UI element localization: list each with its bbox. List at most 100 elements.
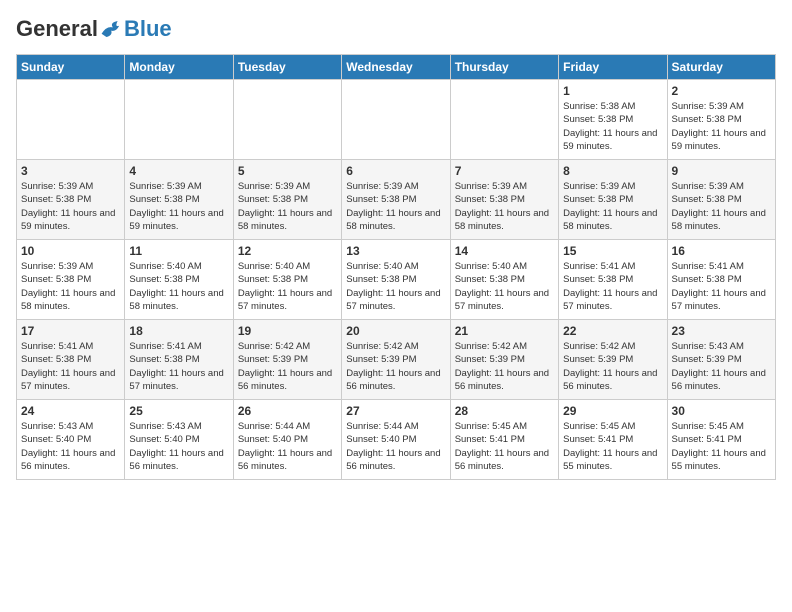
day-number: 14: [455, 244, 554, 258]
calendar-cell: 2 Sunrise: 5:39 AM Sunset: 5:38 PM Daylig…: [667, 80, 775, 160]
weekday-header: Wednesday: [342, 55, 450, 80]
calendar-cell: [125, 80, 233, 160]
day-info: Sunrise: 5:39 AM Sunset: 5:38 PM Dayligh…: [129, 180, 228, 233]
calendar-cell: 22 Sunrise: 5:42 AM Sunset: 5:39 PM Dayli…: [559, 320, 667, 400]
day-info: Sunrise: 5:39 AM Sunset: 5:38 PM Dayligh…: [672, 180, 771, 233]
day-info: Sunrise: 5:43 AM Sunset: 5:39 PM Dayligh…: [672, 340, 771, 393]
day-info: Sunrise: 5:43 AM Sunset: 5:40 PM Dayligh…: [129, 420, 228, 473]
day-number: 25: [129, 404, 228, 418]
day-number: 1: [563, 84, 662, 98]
day-number: 5: [238, 164, 337, 178]
day-number: 17: [21, 324, 120, 338]
day-number: 10: [21, 244, 120, 258]
day-info: Sunrise: 5:45 AM Sunset: 5:41 PM Dayligh…: [563, 420, 662, 473]
day-info: Sunrise: 5:42 AM Sunset: 5:39 PM Dayligh…: [346, 340, 445, 393]
calendar-cell: 1Sunrise: 5:38 AM Sunset: 5:38 PM Daylig…: [559, 80, 667, 160]
day-number: 12: [238, 244, 337, 258]
day-number: 9: [672, 164, 771, 178]
calendar-cell: 9 Sunrise: 5:39 AM Sunset: 5:38 PM Daylig…: [667, 160, 775, 240]
calendar-cell: 8 Sunrise: 5:39 AM Sunset: 5:38 PM Daylig…: [559, 160, 667, 240]
day-info: Sunrise: 5:43 AM Sunset: 5:40 PM Dayligh…: [21, 420, 120, 473]
calendar-cell: 12 Sunrise: 5:40 AM Sunset: 5:38 PM Dayli…: [233, 240, 341, 320]
logo: General Blue: [16, 16, 172, 42]
calendar-cell: [17, 80, 125, 160]
day-number: 2: [672, 84, 771, 98]
weekday-header: Monday: [125, 55, 233, 80]
calendar-cell: 14 Sunrise: 5:40 AM Sunset: 5:38 PM Dayli…: [450, 240, 558, 320]
calendar-cell: 4 Sunrise: 5:39 AM Sunset: 5:38 PM Daylig…: [125, 160, 233, 240]
calendar-cell: 20 Sunrise: 5:42 AM Sunset: 5:39 PM Dayli…: [342, 320, 450, 400]
calendar-cell: 29 Sunrise: 5:45 AM Sunset: 5:41 PM Dayli…: [559, 400, 667, 480]
weekday-header: Saturday: [667, 55, 775, 80]
calendar-cell: 11 Sunrise: 5:40 AM Sunset: 5:38 PM Dayli…: [125, 240, 233, 320]
calendar-cell: 23 Sunrise: 5:43 AM Sunset: 5:39 PM Dayli…: [667, 320, 775, 400]
day-number: 7: [455, 164, 554, 178]
day-info: Sunrise: 5:39 AM Sunset: 5:38 PM Dayligh…: [455, 180, 554, 233]
day-number: 19: [238, 324, 337, 338]
logo-blue-text: Blue: [124, 16, 172, 42]
day-number: 11: [129, 244, 228, 258]
day-number: 6: [346, 164, 445, 178]
day-number: 8: [563, 164, 662, 178]
calendar-cell: 6Sunrise: 5:39 AM Sunset: 5:38 PM Daylig…: [342, 160, 450, 240]
day-info: Sunrise: 5:40 AM Sunset: 5:38 PM Dayligh…: [129, 260, 228, 313]
day-number: 29: [563, 404, 662, 418]
day-info: Sunrise: 5:40 AM Sunset: 5:38 PM Dayligh…: [455, 260, 554, 313]
day-info: Sunrise: 5:40 AM Sunset: 5:38 PM Dayligh…: [238, 260, 337, 313]
day-info: Sunrise: 5:39 AM Sunset: 5:38 PM Dayligh…: [21, 180, 120, 233]
day-number: 4: [129, 164, 228, 178]
calendar-cell: 17 Sunrise: 5:41 AM Sunset: 5:38 PM Dayli…: [17, 320, 125, 400]
day-info: Sunrise: 5:41 AM Sunset: 5:38 PM Dayligh…: [563, 260, 662, 313]
calendar-cell: 19 Sunrise: 5:42 AM Sunset: 5:39 PM Dayli…: [233, 320, 341, 400]
day-info: Sunrise: 5:39 AM Sunset: 5:38 PM Dayligh…: [21, 260, 120, 313]
day-info: Sunrise: 5:39 AM Sunset: 5:38 PM Dayligh…: [563, 180, 662, 233]
day-info: Sunrise: 5:39 AM Sunset: 5:38 PM Dayligh…: [238, 180, 337, 233]
logo-general-text: General: [16, 16, 98, 42]
day-number: 26: [238, 404, 337, 418]
day-info: Sunrise: 5:42 AM Sunset: 5:39 PM Dayligh…: [238, 340, 337, 393]
calendar-cell: [342, 80, 450, 160]
day-number: 21: [455, 324, 554, 338]
day-number: 20: [346, 324, 445, 338]
calendar-cell: 21Sunrise: 5:42 AM Sunset: 5:39 PM Dayli…: [450, 320, 558, 400]
day-number: 18: [129, 324, 228, 338]
calendar-cell: 25 Sunrise: 5:43 AM Sunset: 5:40 PM Dayli…: [125, 400, 233, 480]
logo-bird-icon: [100, 19, 124, 39]
weekday-header: Sunday: [17, 55, 125, 80]
calendar-cell: [233, 80, 341, 160]
day-number: 24: [21, 404, 120, 418]
day-number: 3: [21, 164, 120, 178]
calendar-table: SundayMondayTuesdayWednesdayThursdayFrid…: [16, 54, 776, 480]
day-info: Sunrise: 5:45 AM Sunset: 5:41 PM Dayligh…: [672, 420, 771, 473]
day-info: Sunrise: 5:44 AM Sunset: 5:40 PM Dayligh…: [346, 420, 445, 473]
calendar-cell: 5 Sunrise: 5:39 AM Sunset: 5:38 PM Daylig…: [233, 160, 341, 240]
weekday-header: Thursday: [450, 55, 558, 80]
calendar-cell: 3 Sunrise: 5:39 AM Sunset: 5:38 PM Daylig…: [17, 160, 125, 240]
calendar-cell: 26 Sunrise: 5:44 AM Sunset: 5:40 PM Dayli…: [233, 400, 341, 480]
day-info: Sunrise: 5:45 AM Sunset: 5:41 PM Dayligh…: [455, 420, 554, 473]
page-header: General Blue: [16, 16, 776, 42]
calendar-cell: [450, 80, 558, 160]
calendar-cell: 7 Sunrise: 5:39 AM Sunset: 5:38 PM Daylig…: [450, 160, 558, 240]
day-info: Sunrise: 5:41 AM Sunset: 5:38 PM Dayligh…: [672, 260, 771, 313]
day-number: 22: [563, 324, 662, 338]
weekday-header: Friday: [559, 55, 667, 80]
calendar-cell: 28 Sunrise: 5:45 AM Sunset: 5:41 PM Dayli…: [450, 400, 558, 480]
day-info: Sunrise: 5:41 AM Sunset: 5:38 PM Dayligh…: [21, 340, 120, 393]
calendar-cell: 27 Sunrise: 5:44 AM Sunset: 5:40 PM Dayli…: [342, 400, 450, 480]
day-info: Sunrise: 5:39 AM Sunset: 5:38 PM Dayligh…: [672, 100, 771, 153]
day-number: 27: [346, 404, 445, 418]
calendar-cell: 15 Sunrise: 5:41 AM Sunset: 5:38 PM Dayli…: [559, 240, 667, 320]
day-number: 13: [346, 244, 445, 258]
day-number: 23: [672, 324, 771, 338]
calendar-cell: 18 Sunrise: 5:41 AM Sunset: 5:38 PM Dayli…: [125, 320, 233, 400]
calendar-cell: 16Sunrise: 5:41 AM Sunset: 5:38 PM Dayli…: [667, 240, 775, 320]
day-info: Sunrise: 5:44 AM Sunset: 5:40 PM Dayligh…: [238, 420, 337, 473]
calendar-cell: 30Sunrise: 5:45 AM Sunset: 5:41 PM Dayli…: [667, 400, 775, 480]
day-number: 15: [563, 244, 662, 258]
day-info: Sunrise: 5:41 AM Sunset: 5:38 PM Dayligh…: [129, 340, 228, 393]
calendar-cell: 10 Sunrise: 5:39 AM Sunset: 5:38 PM Dayli…: [17, 240, 125, 320]
day-info: Sunrise: 5:42 AM Sunset: 5:39 PM Dayligh…: [563, 340, 662, 393]
weekday-header: Tuesday: [233, 55, 341, 80]
day-number: 28: [455, 404, 554, 418]
